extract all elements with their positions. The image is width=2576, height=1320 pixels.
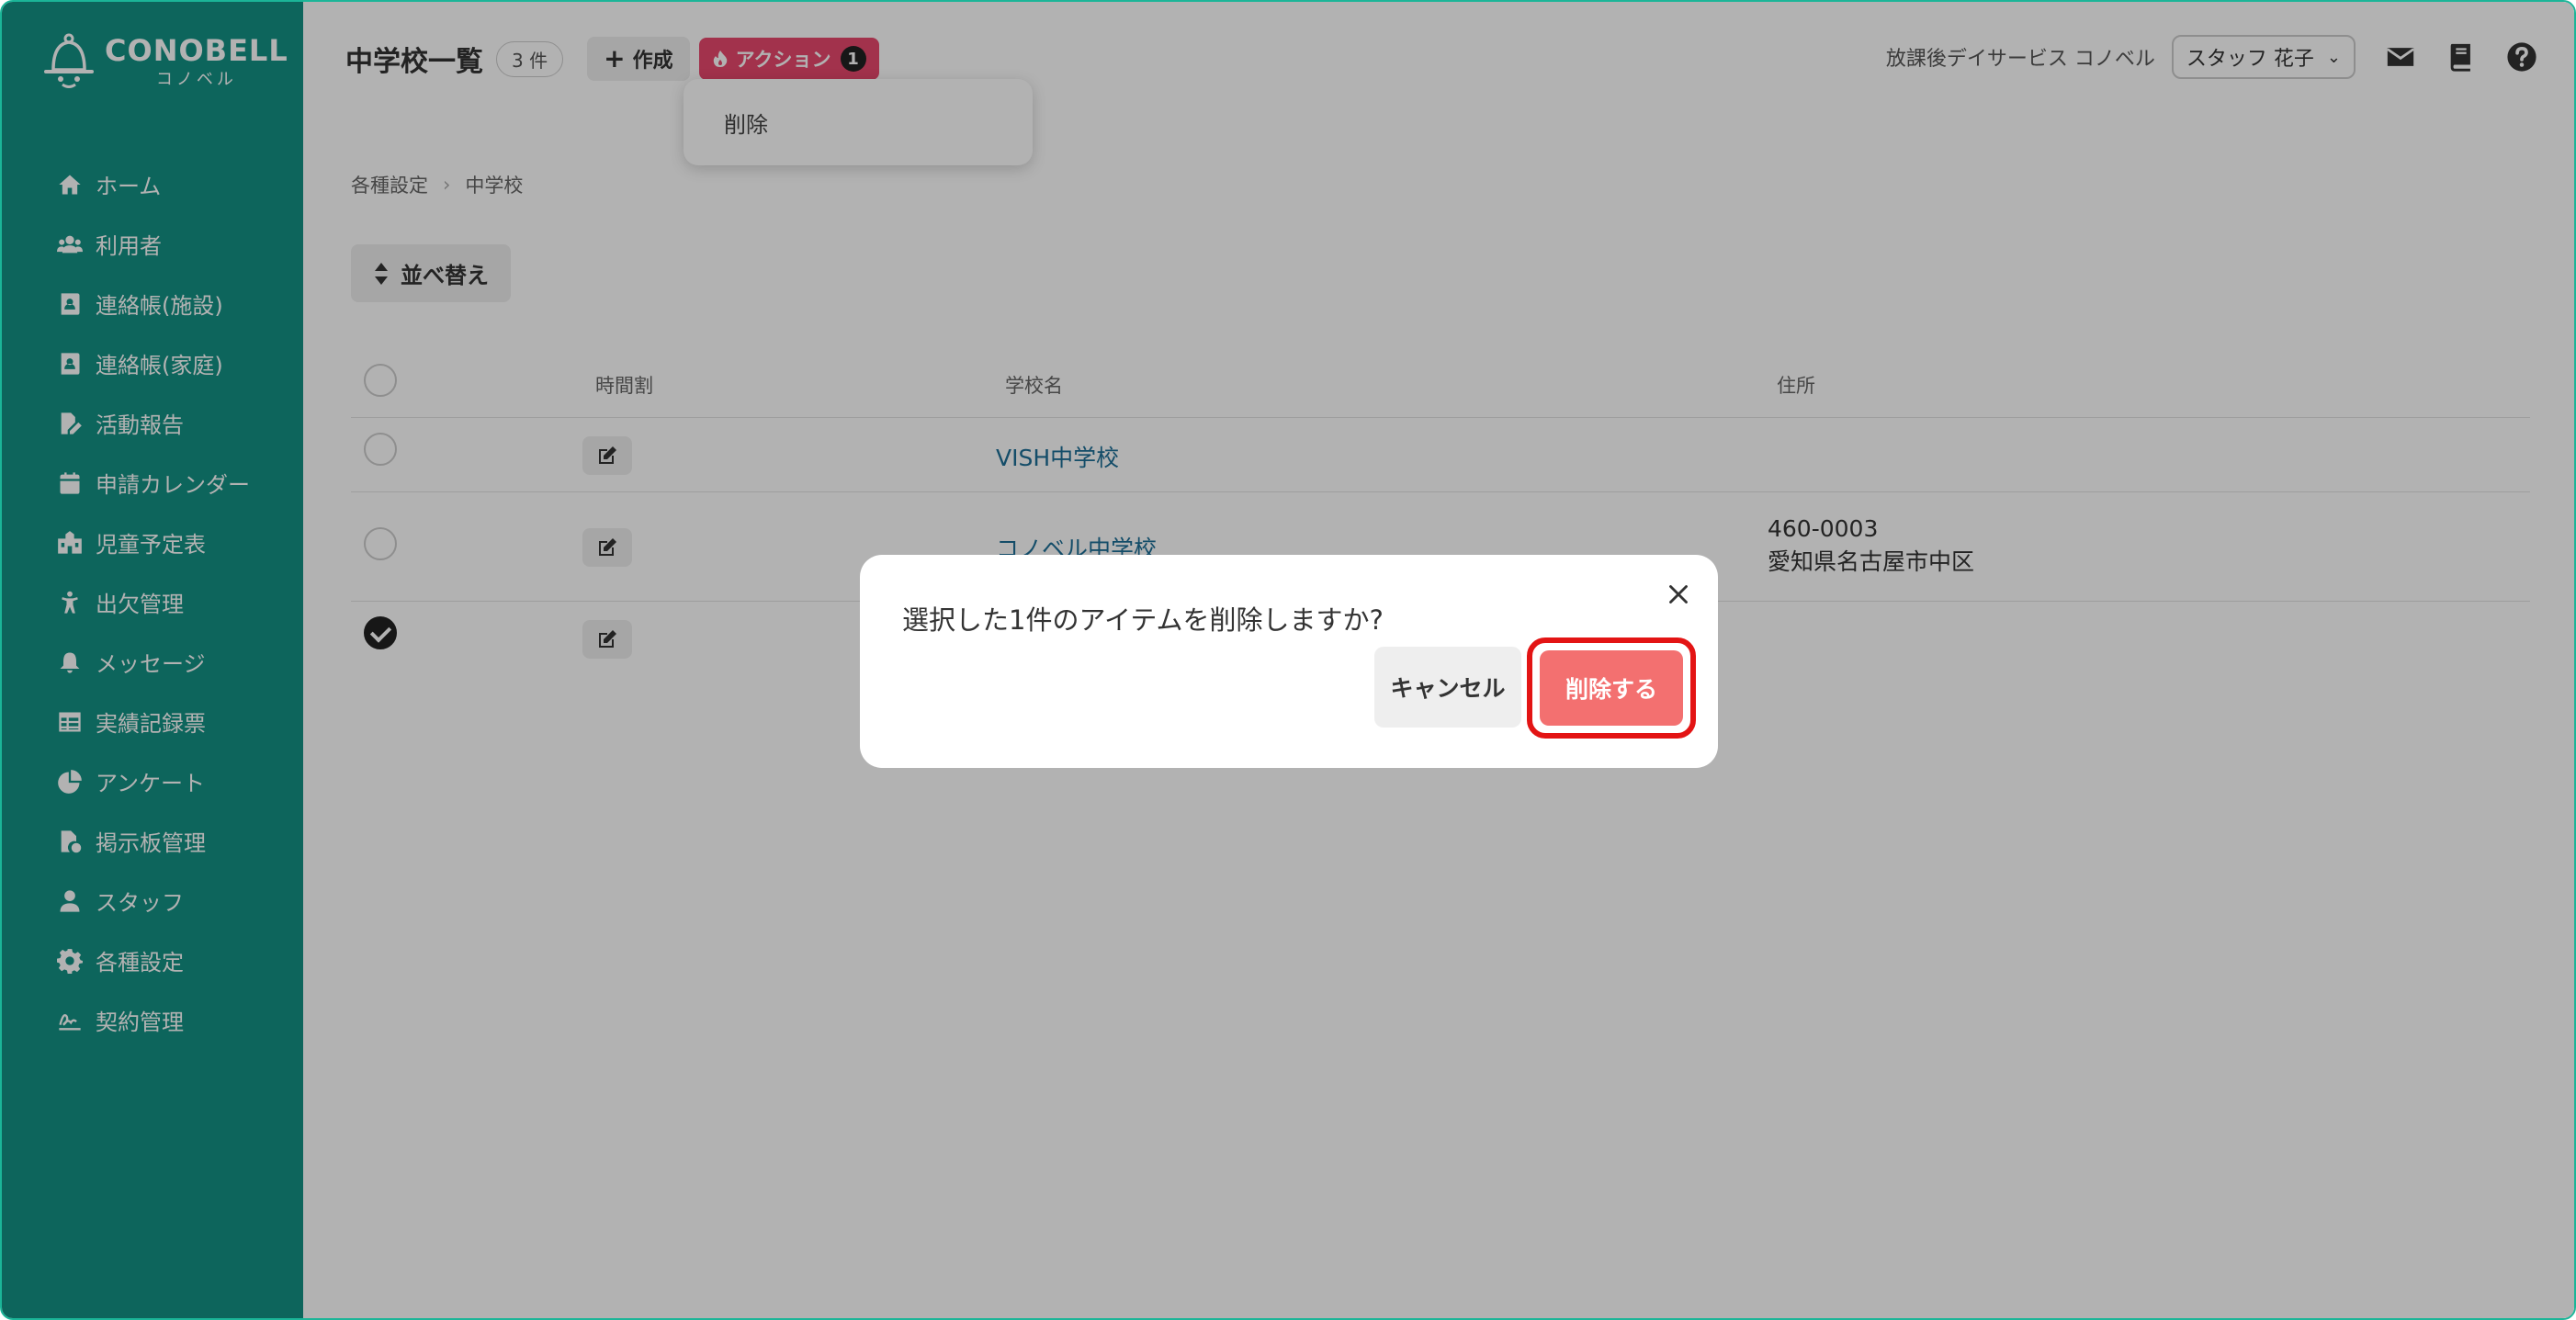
dialog-message: 選択した1件のアイテムを削除しますか? — [902, 604, 1384, 636]
confirm-delete-dialog: 選択した1件のアイテムを削除しますか? キャンセル 削除する — [860, 555, 1718, 768]
delete-button-highlight: 削除する — [1527, 637, 1696, 739]
confirm-delete-button[interactable]: 削除する — [1540, 650, 1683, 726]
cancel-button[interactable]: キャンセル — [1374, 647, 1521, 728]
app-window: CONOBELL コノベル ホーム 利用者 連絡帳(施設) 連絡帳(家庭) 活動… — [0, 0, 2576, 1320]
close-icon[interactable] — [1663, 579, 1694, 610]
